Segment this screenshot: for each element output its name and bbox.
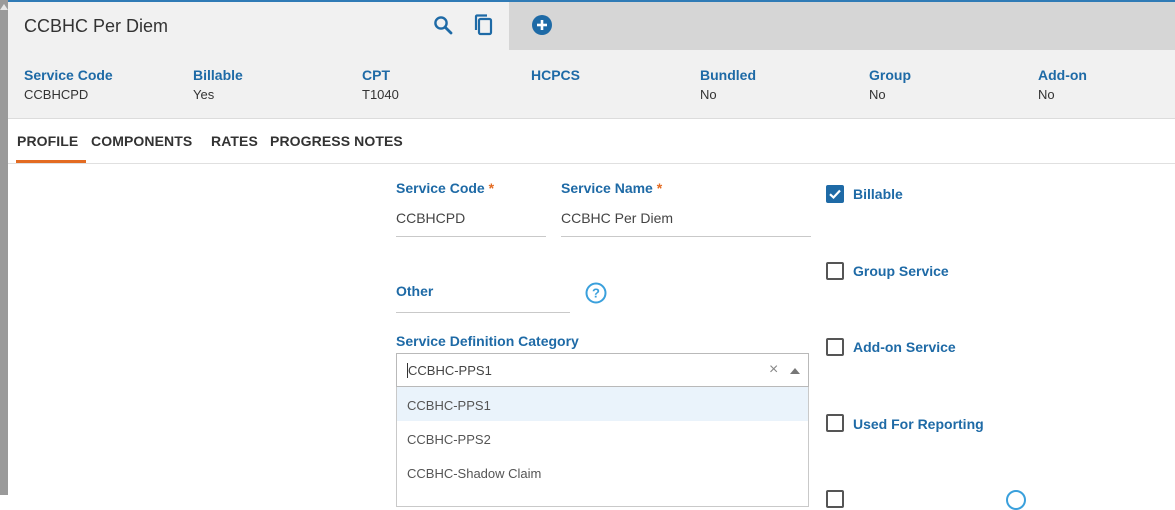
summary-bundled: Bundled No — [700, 67, 756, 102]
option-label: CCBHC-Shadow Claim — [407, 466, 542, 481]
option-label: CCBHC-PPS2 — [407, 432, 491, 447]
window-edge-scrollbar[interactable] — [0, 0, 8, 495]
required-marker: * — [488, 180, 495, 196]
tab-progress-notes[interactable]: PROGRESS NOTES — [270, 133, 403, 149]
help-icon[interactable] — [1006, 490, 1026, 510]
clear-selection-icon[interactable]: × — [769, 361, 778, 379]
summary-label: Add-on — [1038, 67, 1087, 83]
service-code-underline — [396, 236, 546, 237]
svg-text:?: ? — [592, 286, 600, 301]
summary-value: CCBHCPD — [24, 87, 89, 102]
scroll-up-arrow-icon[interactable] — [0, 4, 8, 10]
summary-value: No — [869, 87, 886, 102]
billable-checkbox[interactable] — [826, 185, 844, 203]
group-service-checkbox[interactable] — [826, 262, 844, 280]
other-field[interactable] — [396, 312, 570, 313]
dropdown-option[interactable]: CCBHC-Shadow Claim — [397, 455, 808, 489]
used-for-reporting-checkbox[interactable] — [826, 414, 844, 432]
service-name-label-text: Service Name — [561, 180, 653, 196]
summary-billable: Billable Yes — [193, 67, 243, 102]
page-title: CCBHC Per Diem — [24, 16, 169, 36]
dropdown-option[interactable]: CCBHC-PPS2 — [397, 421, 808, 455]
summary-value: Yes — [193, 87, 215, 102]
add-circle-icon[interactable] — [531, 14, 553, 36]
service-definition-category-select[interactable]: CCBHC-PPS1 × — [396, 353, 809, 387]
collapse-arrow-icon[interactable] — [790, 368, 800, 374]
tab-bar: PROFILE COMPONENTS RATES PROGRESS NOTES — [8, 119, 1175, 164]
tab-rates[interactable]: RATES — [211, 133, 258, 149]
service-code-label-text: Service Code — [396, 180, 485, 196]
help-icon[interactable]: ? — [585, 282, 607, 304]
category-dropdown-list: CCBHC-PPS1 CCBHC-PPS2 CCBHC-Shadow Claim — [396, 387, 809, 507]
summary-label: Bundled — [700, 67, 756, 83]
required-marker: * — [656, 180, 663, 196]
used-for-reporting-checkbox-label[interactable]: Used For Reporting — [853, 416, 984, 432]
tab-components[interactable]: COMPONENTS — [91, 133, 192, 149]
dropdown-option[interactable]: CCBHC-PPS1 — [397, 387, 808, 421]
next-option-checkbox[interactable] — [826, 490, 844, 508]
summary-add-on: Add-on No — [1038, 67, 1087, 102]
check-icon — [829, 189, 841, 200]
summary-service-code: Service Code CCBHCPD — [24, 67, 113, 102]
summary-label: HCPCS — [531, 67, 581, 83]
summary-group: Group No — [869, 67, 911, 102]
add-on-service-checkbox-label[interactable]: Add-on Service — [853, 339, 956, 355]
copy-icon[interactable] — [472, 13, 496, 37]
category-selected-value[interactable]: CCBHC-PPS1 — [408, 363, 492, 378]
billable-checkbox-label[interactable]: Billable — [853, 186, 903, 202]
summary-label: Billable — [193, 67, 243, 83]
service-name-label: Service Name * — [561, 180, 662, 196]
header-action-area — [509, 2, 1175, 52]
search-icon[interactable] — [432, 14, 454, 36]
summary-label: Group — [869, 67, 911, 83]
summary-value: No — [700, 87, 717, 102]
summary-label: CPT — [362, 67, 390, 83]
service-definition-category-label: Service Definition Category — [396, 333, 579, 349]
service-code-label: Service Code * — [396, 180, 494, 196]
summary-value: No — [1038, 87, 1055, 102]
service-name-underline — [561, 236, 811, 237]
service-code-field[interactable]: CCBHCPD — [396, 210, 465, 226]
summary-value — [531, 87, 580, 102]
service-name-field[interactable]: CCBHC Per Diem — [561, 210, 673, 226]
service-summary: Service Code CCBHCPD Billable Yes CPT T1… — [8, 50, 1175, 119]
tab-profile[interactable]: PROFILE — [15, 133, 87, 163]
summary-value: T1040 — [362, 87, 399, 102]
option-label: CCBHC-PPS1 — [407, 398, 491, 413]
group-service-checkbox-label[interactable]: Group Service — [853, 263, 949, 279]
summary-cpt: CPT T1040 — [362, 67, 399, 102]
summary-hcpcs: HCPCS — [531, 67, 580, 102]
add-on-service-checkbox[interactable] — [826, 338, 844, 356]
header-bar: CCBHC Per Diem — [8, 0, 1175, 52]
summary-label: Service Code — [24, 67, 113, 83]
other-label: Other — [396, 283, 434, 299]
